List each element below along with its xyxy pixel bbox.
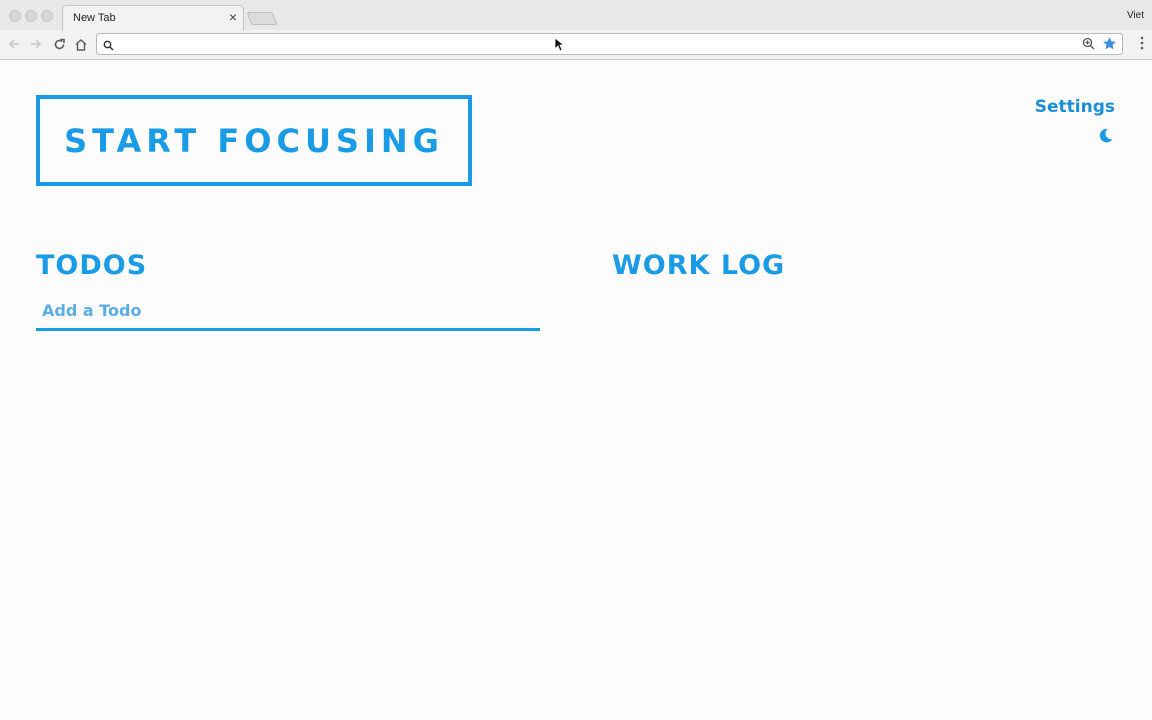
window-maximize-button[interactable] xyxy=(41,10,53,22)
new-tab-button[interactable] xyxy=(246,12,278,25)
zoom-icon[interactable] xyxy=(1082,37,1095,55)
mouse-cursor-icon xyxy=(554,37,566,57)
reload-icon[interactable] xyxy=(50,35,68,53)
work-log-heading: WORK LOG xyxy=(612,250,786,281)
add-todo-field[interactable] xyxy=(36,296,540,331)
window-close-button[interactable] xyxy=(9,10,21,22)
forward-arrow-icon[interactable] xyxy=(27,35,45,53)
browser-menu-icon[interactable] xyxy=(1140,36,1144,55)
address-input[interactable] xyxy=(121,36,1071,52)
browser-toolbar xyxy=(0,30,1152,59)
back-arrow-icon[interactable] xyxy=(5,35,23,53)
start-focusing-button[interactable]: START FOCUSING xyxy=(36,95,472,186)
browser-chrome: New Tab × Viet xyxy=(0,0,1152,60)
tab-strip: New Tab × Viet xyxy=(0,0,1152,31)
profile-name[interactable]: Viet xyxy=(1127,10,1144,21)
address-bar[interactable] xyxy=(96,33,1123,55)
home-icon[interactable] xyxy=(72,35,90,53)
tab-close-icon[interactable]: × xyxy=(229,9,237,25)
tab-title: New Tab xyxy=(73,12,116,24)
search-icon xyxy=(103,38,114,56)
settings-link[interactable]: Settings xyxy=(1035,97,1115,117)
bookmark-star-icon[interactable] xyxy=(1102,36,1117,56)
browser-tab-new-tab[interactable]: New Tab × xyxy=(62,5,244,31)
start-focusing-label: START FOCUSING xyxy=(64,121,444,160)
window-minimize-button[interactable] xyxy=(25,10,37,22)
add-todo-input[interactable] xyxy=(42,298,532,322)
todos-heading: TODOS xyxy=(36,250,148,281)
moon-icon[interactable] xyxy=(1097,127,1114,149)
